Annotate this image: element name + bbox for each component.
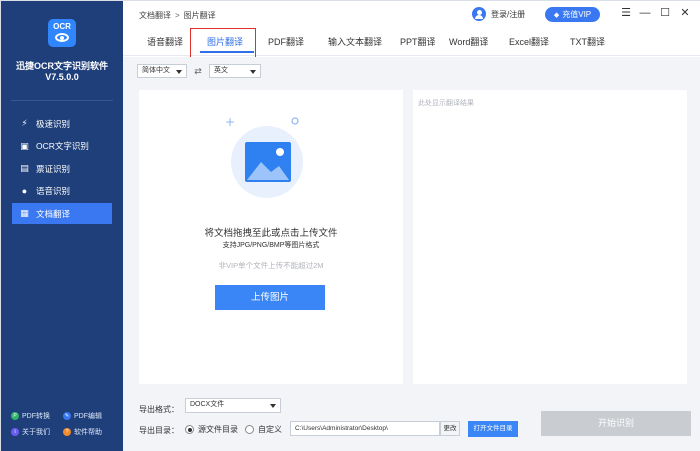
- close-icon[interactable]: ✕: [678, 6, 692, 20]
- breadcrumb: 文档翻译 > 图片翻译: [139, 10, 216, 21]
- drop-title: 将文档拖拽至此或点击上传文件: [204, 228, 338, 239]
- upload-limit-note: 非VIP单个文件上传不能超过2M: [218, 261, 324, 270]
- export-dir-label: 导出目录：: [139, 426, 179, 435]
- user-icon: [472, 7, 486, 21]
- sidebar-item-ticket[interactable]: ▤ 票证识别: [12, 158, 112, 179]
- footer-label: 关于我们: [22, 429, 50, 436]
- export-format-label: 导出格式：: [139, 405, 179, 414]
- sidebar-item-label: 文档翻译: [36, 208, 71, 219]
- sidebar: OCR 迅捷OCR文字识别软件 V7.5.0.0 ⚡ 极速识别 ▣ OCR文字识…: [1, 1, 123, 451]
- upload-image-button[interactable]: 上传图片: [215, 285, 325, 310]
- source-language-select[interactable]: 简体中文: [137, 64, 187, 78]
- export-format-select[interactable]: DOCX文件: [185, 398, 281, 413]
- chevron-down-icon: [270, 404, 276, 408]
- pdf-edit-icon: ✎: [63, 412, 71, 420]
- chevron-down-icon: [176, 70, 182, 74]
- tab-text-translate[interactable]: 输入文本翻译: [328, 35, 382, 48]
- help-link[interactable]: ? 软件帮助: [63, 427, 115, 437]
- vip-label: 充值VIP: [562, 10, 592, 19]
- result-placeholder: 此处显示翻译结果: [418, 100, 474, 107]
- tab-pdf-translate[interactable]: PDF翻译: [268, 35, 304, 48]
- sidebar-item-doc-translate[interactable]: ▦ 文档翻译: [12, 203, 112, 224]
- sidebar-item-fast-recognition[interactable]: ⚡ 极速识别: [12, 113, 112, 134]
- open-dir-button[interactable]: 打开文件目录: [468, 421, 518, 437]
- pdf-convert-link[interactable]: P PDF转换: [11, 411, 63, 421]
- title-bar: 文档翻译 > 图片翻译 登录/注册 ◆ 充值VIP ☰ — ☐ ✕: [123, 1, 700, 27]
- sidebar-item-label: 票证识别: [36, 163, 71, 174]
- logo-text: OCR: [53, 22, 71, 31]
- login-label: 登录/注册: [491, 9, 526, 19]
- menu-icon[interactable]: ☰: [619, 6, 633, 20]
- sidebar-item-label: 语音识别: [36, 186, 71, 196]
- chevron-down-icon: [250, 70, 256, 74]
- radio-source-label: 源文件目录: [198, 425, 238, 434]
- translate-tabs: 语音翻译 图片翻译 PDF翻译 输入文本翻译 PPT翻译 Word翻译 Exce…: [123, 28, 700, 58]
- pdf-convert-icon: P: [11, 412, 19, 420]
- change-path-button[interactable]: 更改: [440, 421, 460, 436]
- maximize-icon[interactable]: ☐: [658, 6, 672, 20]
- app-name: 迅捷OCR文字识别软件: [16, 61, 108, 71]
- supported-formats: 支持JPG/PNG/BMP等图片格式: [222, 242, 320, 249]
- sidebar-item-label: 极速识别: [36, 118, 71, 129]
- export-format-value: DOCX文件: [190, 401, 225, 408]
- content-area: 简体中文 ⇄ 英文 + 将文档拖拽至此或点击上传文件 支持JPG/PNG/BMP…: [123, 57, 700, 451]
- radio-source-dir[interactable]: 源文件目录: [185, 424, 238, 435]
- about-link[interactable]: i 关于我们: [11, 427, 63, 437]
- image-upload-icon: +: [225, 115, 303, 198]
- pdf-edit-link[interactable]: ✎ PDF编辑: [63, 411, 115, 421]
- app-window: OCR 迅捷OCR文字识别软件 V7.5.0.0 ⚡ 极速识别 ▣ OCR文字识…: [0, 0, 700, 451]
- login-button[interactable]: 登录/注册: [472, 7, 525, 21]
- source-language-value: 简体中文: [142, 67, 170, 74]
- breadcrumb-separator: >: [175, 11, 180, 20]
- export-path-field[interactable]: C:\Users\Administrator\Desktop\: [290, 421, 440, 436]
- upload-panel[interactable]: + 将文档拖拽至此或点击上传文件 支持JPG/PNG/BMP等图片格式 非VIP…: [139, 90, 403, 384]
- translate-icon: ▦: [20, 208, 29, 218]
- radio-dot: [185, 425, 194, 434]
- flash-icon: ⚡: [21, 118, 28, 128]
- tab-txt-translate[interactable]: TXT翻译: [570, 35, 605, 48]
- target-language-select[interactable]: 英文: [209, 64, 261, 78]
- sidebar-item-speech[interactable]: ● 语音识别: [12, 181, 112, 202]
- ticket-icon: ▤: [20, 163, 29, 173]
- tab-ppt-translate[interactable]: PPT翻译: [400, 35, 436, 48]
- sidebar-item-label: OCR文字识别: [36, 141, 89, 151]
- tab-word-translate[interactable]: Word翻译: [449, 35, 488, 48]
- app-logo: OCR: [48, 19, 76, 47]
- svg-text:+: +: [225, 115, 235, 129]
- sidebar-divider: [11, 100, 113, 101]
- sidebar-nav: ⚡ 极速识别 ▣ OCR文字识别 ▤ 票证识别 ● 语音识别 ▦ 文档翻译: [12, 113, 112, 226]
- footer-label: PDF转换: [22, 413, 50, 420]
- mic-icon: ●: [21, 185, 28, 196]
- footer-label: 软件帮助: [74, 429, 102, 436]
- ocr-icon: ▣: [20, 140, 29, 151]
- sidebar-footer: P PDF转换 ✎ PDF编辑 i 关于我们 ? 软件帮助: [11, 408, 115, 440]
- radio-custom-dir[interactable]: 自定义: [245, 424, 282, 435]
- tab-excel-translate[interactable]: Excel翻译: [509, 35, 549, 48]
- footer-label: PDF编辑: [74, 413, 102, 420]
- about-icon: i: [11, 428, 19, 436]
- tab-speech-translate[interactable]: 语音翻译: [147, 35, 183, 48]
- radio-dot: [245, 425, 254, 434]
- swap-icon[interactable]: ⇄: [187, 66, 209, 77]
- main-area: 文档翻译 > 图片翻译 登录/注册 ◆ 充值VIP ☰ — ☐ ✕ 语音翻译 图片翻…: [123, 1, 700, 451]
- language-bar: 简体中文 ⇄ 英文: [137, 64, 261, 78]
- target-language-value: 英文: [214, 67, 228, 74]
- diamond-icon: ◆: [553, 11, 560, 19]
- breadcrumb-item: 图片翻译: [183, 11, 216, 20]
- help-icon: ?: [63, 428, 71, 436]
- result-panel: 此处显示翻译结果: [413, 90, 687, 384]
- minimize-icon[interactable]: —: [638, 6, 652, 20]
- sidebar-item-ocr[interactable]: ▣ OCR文字识别: [12, 136, 112, 157]
- breadcrumb-item[interactable]: 文档翻译: [139, 11, 171, 20]
- start-button[interactable]: 开始识别: [541, 411, 691, 436]
- eye-pupil: [60, 36, 64, 40]
- radio-custom-label: 自定义: [258, 425, 282, 434]
- tab-highlight-box: [190, 28, 256, 58]
- app-version: V7.5.0.0: [45, 72, 79, 82]
- vip-button[interactable]: ◆ 充值VIP: [545, 7, 600, 22]
